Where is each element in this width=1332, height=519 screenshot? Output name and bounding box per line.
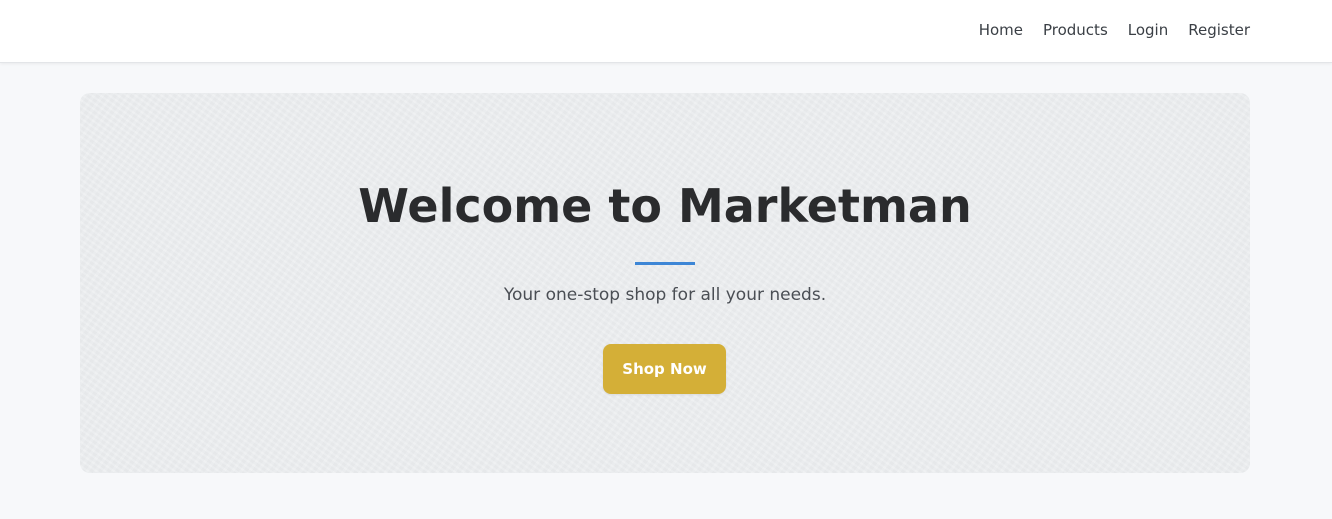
top-navbar: Home Products Login Register [0, 0, 1332, 63]
nav-link-home[interactable]: Home [979, 21, 1023, 39]
hero-subtitle: Your one-stop shop for all your needs. [503, 285, 827, 305]
shop-now-button[interactable]: Shop Now [603, 344, 726, 394]
hero-divider [635, 262, 695, 265]
hero-title: Welcome to Marketman [358, 179, 972, 233]
nav-link-register[interactable]: Register [1188, 21, 1250, 39]
nav-links: Home Products Login Register [979, 0, 1250, 60]
nav-link-login[interactable]: Login [1128, 21, 1168, 39]
hero-banner: Welcome to Marketman Your one-stop shop … [80, 93, 1250, 473]
nav-link-products[interactable]: Products [1043, 21, 1108, 39]
